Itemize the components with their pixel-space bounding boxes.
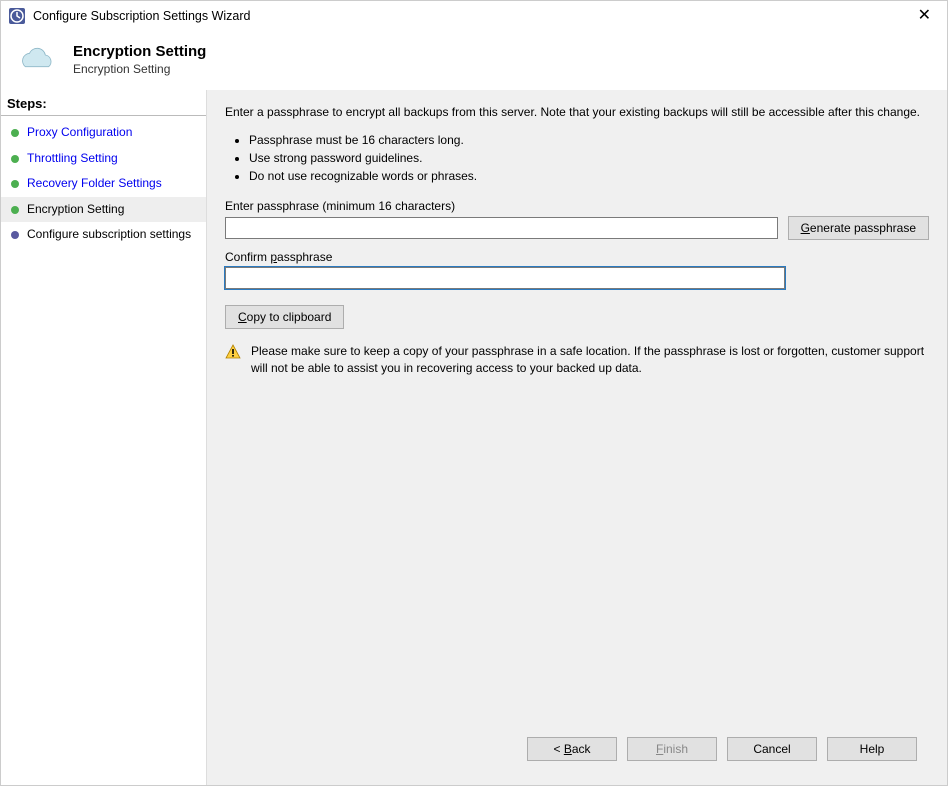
step-bullet-icon [11, 206, 19, 214]
close-icon[interactable]: ✕ [910, 8, 939, 24]
wizard-window: Configure Subscription Settings Wizard ✕… [0, 0, 948, 786]
warning-message: Please make sure to keep a copy of your … [225, 343, 929, 378]
page-subtitle: Encryption Setting [73, 62, 206, 76]
rule-item: Use strong password guidelines. [249, 149, 929, 167]
step-throttling-setting[interactable]: Throttling Setting [1, 146, 206, 172]
warning-icon [225, 344, 241, 360]
cloud-icon [17, 45, 57, 75]
step-label: Recovery Folder Settings [27, 176, 162, 192]
page-title: Encryption Setting [73, 43, 206, 60]
header-text: Encryption Setting Encryption Setting [73, 43, 206, 76]
button-bar: < Back Finish Cancel Help [225, 725, 929, 775]
enter-passphrase-row: Enter passphrase (minimum 16 characters)… [225, 199, 929, 240]
finish-button: Finish [627, 737, 717, 761]
enter-passphrase-label: Enter passphrase (minimum 16 characters) [225, 199, 929, 213]
step-proxy-configuration[interactable]: Proxy Configuration [1, 120, 206, 146]
steps-list: Proxy Configuration Throttling Setting R… [1, 116, 206, 248]
step-configure-subscription-settings[interactable]: Configure subscription settings [1, 222, 206, 248]
step-bullet-icon [11, 231, 19, 239]
content-panel: Enter a passphrase to encrypt all backup… [206, 90, 947, 785]
steps-label: Steps: [1, 90, 206, 116]
confirm-passphrase-input[interactable] [225, 267, 785, 289]
generate-label-rest: enerate passphrase [810, 221, 916, 235]
cancel-button[interactable]: Cancel [727, 737, 817, 761]
wizard-body: Steps: Proxy Configuration Throttling Se… [1, 90, 947, 785]
help-button[interactable]: Help [827, 737, 917, 761]
titlebar: Configure Subscription Settings Wizard ✕ [1, 1, 947, 31]
back-button[interactable]: < Back [527, 737, 617, 761]
confirm-passphrase-label: Confirm passphrase [225, 250, 929, 264]
step-label: Configure subscription settings [27, 227, 191, 243]
rules-list: Passphrase must be 16 characters long. U… [225, 131, 929, 185]
rule-item: Passphrase must be 16 characters long. [249, 131, 929, 149]
rule-item: Do not use recognizable words or phrases… [249, 167, 929, 185]
confirm-passphrase-row: Confirm passphrase [225, 250, 929, 289]
wizard-header: Encryption Setting Encryption Setting [1, 31, 947, 90]
step-label: Encryption Setting [27, 202, 124, 218]
step-label: Proxy Configuration [27, 125, 132, 141]
window-title: Configure Subscription Settings Wizard [33, 9, 910, 23]
generate-passphrase-button[interactable]: Generate passphrase [788, 216, 929, 240]
enter-passphrase-input[interactable] [225, 217, 778, 239]
intro-text: Enter a passphrase to encrypt all backup… [225, 104, 929, 121]
step-bullet-icon [11, 129, 19, 137]
copy-to-clipboard-button[interactable]: Copy to clipboard [225, 305, 344, 329]
step-bullet-icon [11, 155, 19, 163]
step-encryption-setting[interactable]: Encryption Setting [1, 197, 206, 223]
warning-text: Please make sure to keep a copy of your … [251, 343, 929, 378]
step-label: Throttling Setting [27, 151, 118, 167]
step-recovery-folder-settings[interactable]: Recovery Folder Settings [1, 171, 206, 197]
app-icon [9, 8, 25, 24]
step-bullet-icon [11, 180, 19, 188]
steps-sidebar: Steps: Proxy Configuration Throttling Se… [1, 90, 206, 785]
